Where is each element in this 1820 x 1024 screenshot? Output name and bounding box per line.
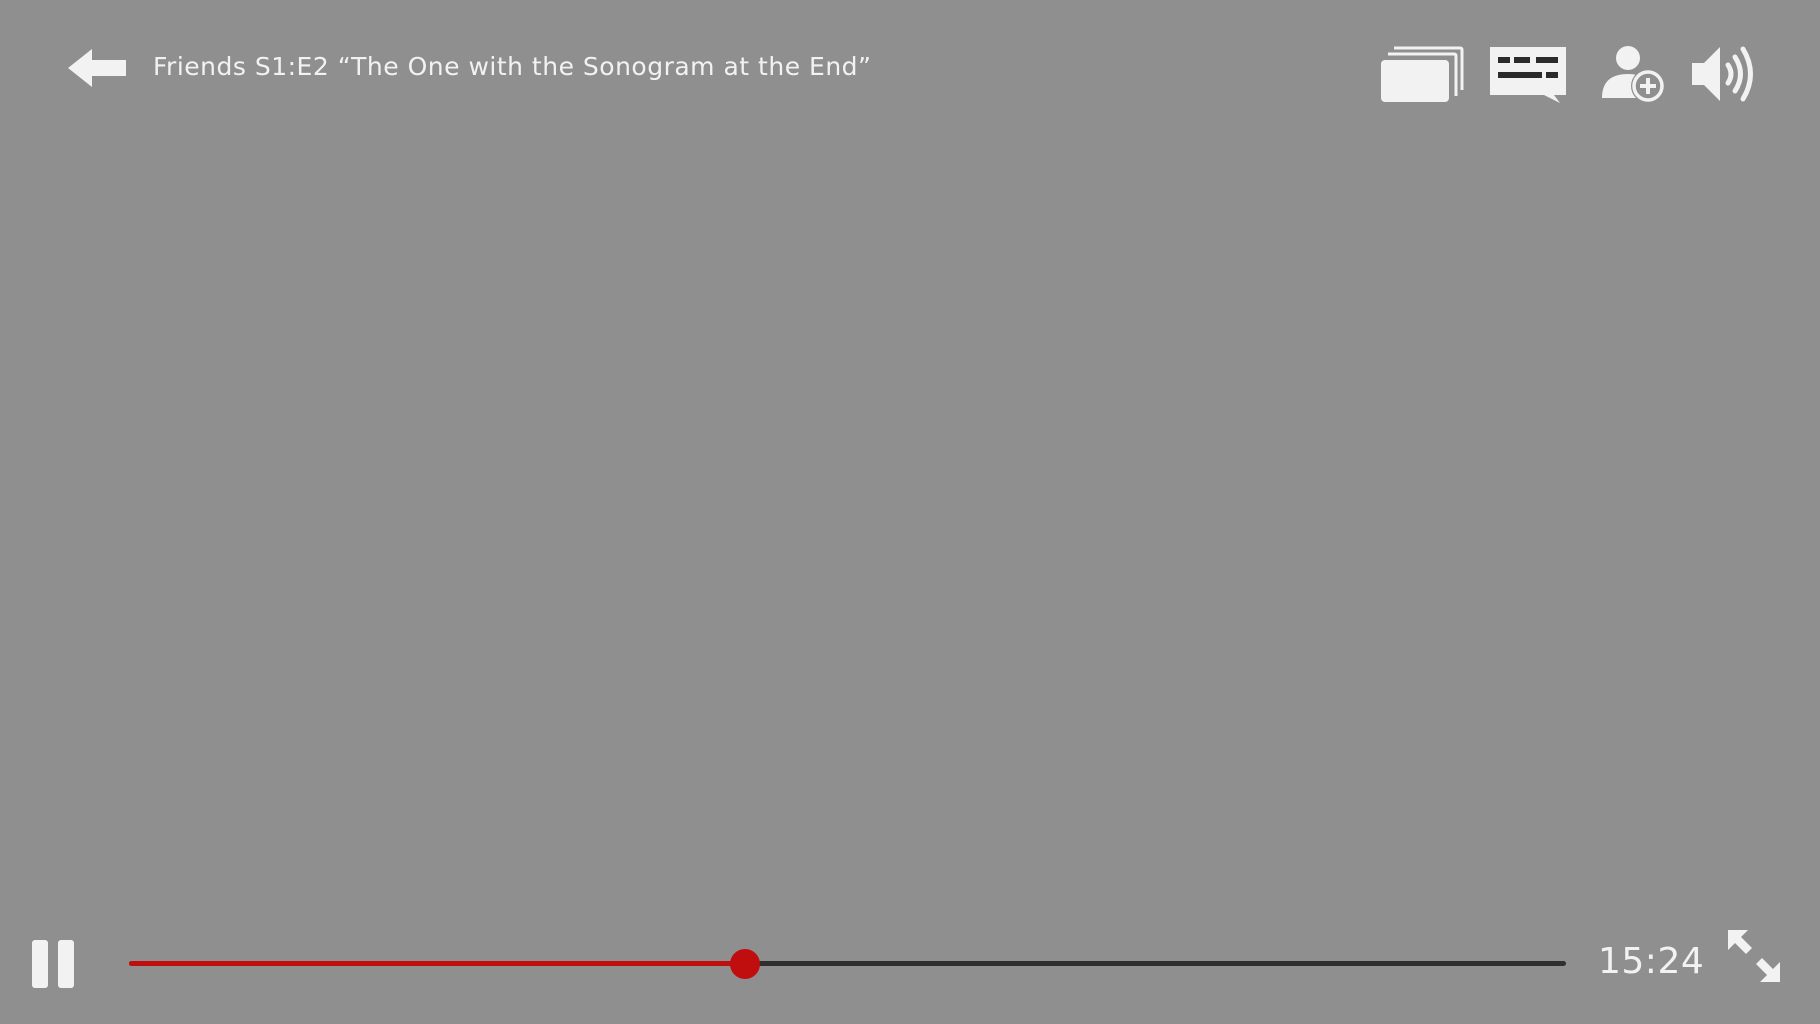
volume-icon bbox=[1690, 43, 1762, 105]
episode-title: Friends S1:E2 “The One with the Sonogram… bbox=[153, 52, 872, 81]
add-profile-icon bbox=[1598, 44, 1668, 106]
back-arrow-icon bbox=[68, 48, 128, 88]
video-player[interactable]: Friends S1:E2 “The One with the Sonogram… bbox=[0, 0, 1820, 1024]
subtitles-button[interactable] bbox=[1488, 45, 1568, 105]
fullscreen-expand-icon bbox=[1726, 928, 1782, 984]
pause-button[interactable] bbox=[32, 940, 76, 988]
time-remaining: 15:24 bbox=[1598, 941, 1705, 982]
progress-thumb[interactable] bbox=[730, 949, 761, 979]
subtitles-icon bbox=[1488, 45, 1568, 105]
fullscreen-button[interactable] bbox=[1726, 928, 1782, 984]
volume-button[interactable] bbox=[1690, 43, 1762, 105]
episodes-button[interactable] bbox=[1380, 44, 1464, 102]
progress-scrubber[interactable] bbox=[129, 943, 1566, 985]
pause-icon bbox=[32, 940, 76, 988]
episodes-stack-icon bbox=[1380, 44, 1464, 102]
back-button[interactable] bbox=[68, 48, 128, 88]
add-profile-button[interactable] bbox=[1598, 44, 1668, 106]
progress-fill bbox=[129, 961, 746, 966]
